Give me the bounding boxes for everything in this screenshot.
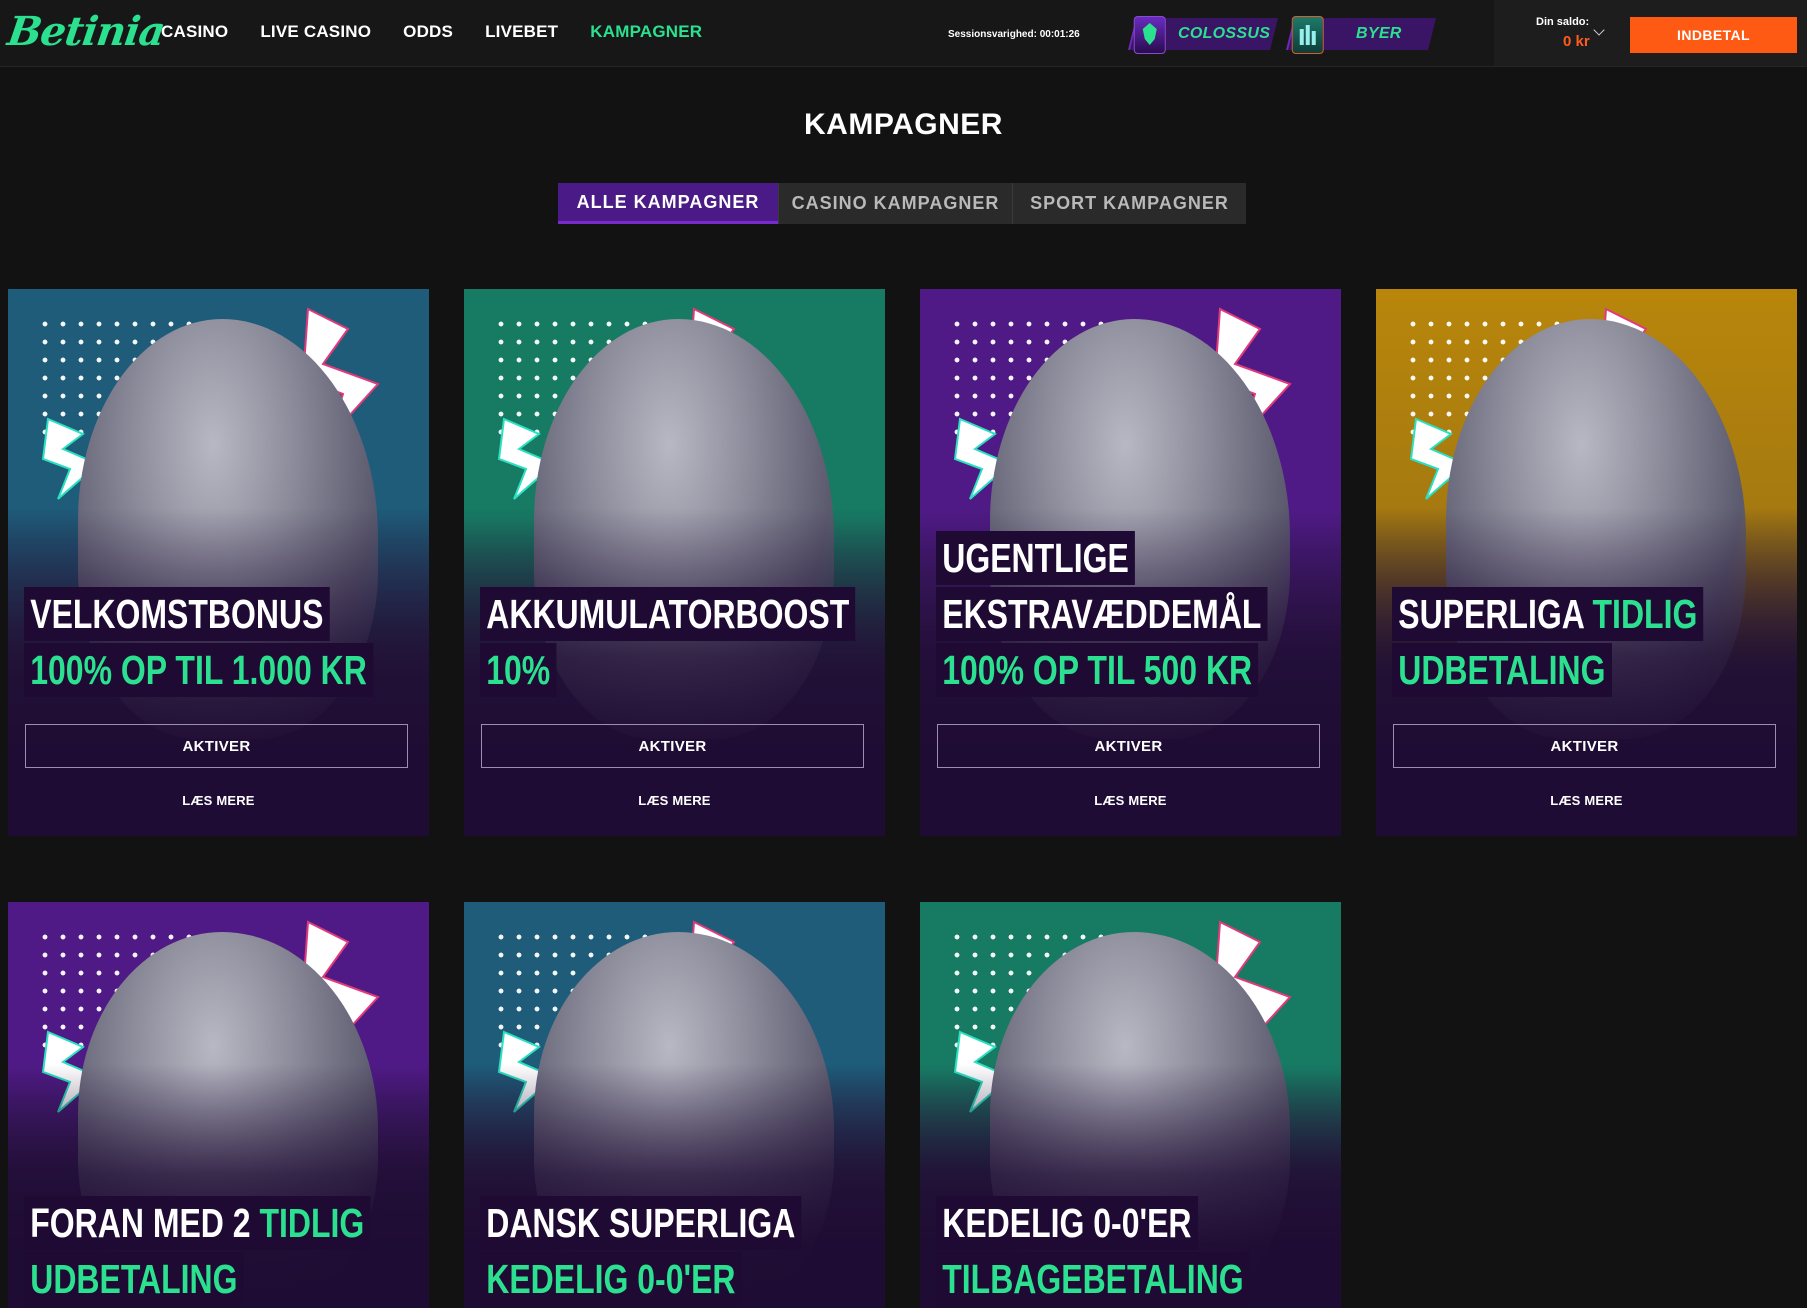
campaign-headline: KEDELIG 0-0'ER TILBAGEBETALING [936,1196,1338,1308]
campaign-headline: FORAN MED 2 TIDLIG UDBETALING [24,1196,429,1308]
campaign-filter-tabs: ALLE KAMPAGNER CASINO KAMPAGNER SPORT KA… [558,183,1246,224]
headline-segment: TILBAGEBETALING [942,1256,1244,1302]
headline-line: KEDELIG 0-0'ER [936,1196,1198,1250]
session-duration: Sessionsvarighed: 00:01:26 [948,29,1080,40]
activate-button[interactable]: AKTIVER [1393,724,1776,768]
city-badge-icon [1291,16,1324,54]
headline-line: UGENTLIGE [936,531,1136,585]
headline-segment: UGENTLIGE [942,535,1129,581]
balance-label: Din saldo: [1536,16,1590,28]
tab-sport-campaigns[interactable]: SPORT KAMPAGNER [1012,183,1246,224]
campaign-headline: AKKUMULATORBOOST 10% [480,587,885,699]
campaign-headline: SUPERLIGA TIDLIG UDBETALING [1392,587,1791,699]
headline-segment: UDBETALING [30,1256,238,1302]
headline-line: TILBAGEBETALING [936,1252,1250,1306]
nav-casino[interactable]: CASINO [161,22,228,42]
headline-segment: 100% OP TIL [942,647,1144,693]
shield-badge-icon [1133,16,1166,54]
headline-segment: 10% [486,647,551,693]
campaign-card[interactable]: KEDELIG 0-0'ER TILBAGEBETALING [920,902,1341,1308]
campaign-card[interactable]: DANSK SUPERLIGA KEDELIG 0-0'ER [464,902,885,1308]
headline-line: EKSTRAVÆDDEMÅL [936,587,1268,641]
betinia-logo[interactable]: Betinia [5,8,168,55]
top-navigation-bar: Betinia CASINO LIVE CASINO ODDS LIVEBET … [0,0,1807,67]
campaign-card[interactable]: AKKUMULATORBOOST 10% AKTIVER LÆS MERE [464,289,885,836]
headline-segment: AKKUMULATORBOOST [486,591,850,637]
campaign-headline: VELKOMSTBONUS 100% OP TIL 1.000 KR [24,587,429,699]
tab-casino-campaigns[interactable]: CASINO KAMPAGNER [778,183,1012,224]
nav-odds[interactable]: ODDS [403,22,453,42]
campaign-card[interactable]: UGENTLIGE EKSTRAVÆDDEMÅL 100% OP TIL 500 K… [920,289,1341,836]
campaign-card[interactable]: VELKOMSTBONUS 100% OP TIL 1.000 KR AKTIVER… [8,289,429,836]
headline-line: AKKUMULATORBOOST [480,587,856,641]
headline-segment: UDBETALING [1398,647,1606,693]
read-more-link[interactable]: LÆS MERE [1376,793,1797,808]
activate-button[interactable]: AKTIVER [481,724,864,768]
headline-segment: TIDLIG [1592,591,1698,637]
headline-line: 100% OP TIL 500 KR [936,643,1259,697]
headline-segment: 100% OP TIL [30,647,232,693]
headline-segment: 500 KR [1143,647,1253,693]
promo-tab-byer-label: BYER [1356,25,1402,42]
headline-line: 10% [480,643,557,697]
activate-button[interactable]: AKTIVER [25,724,408,768]
main-nav: CASINO LIVE CASINO ODDS LIVEBET KAMPAGNE… [161,22,702,42]
nav-livebet[interactable]: LIVEBET [485,22,558,42]
headline-segment: FORAN MED 2 [30,1200,260,1246]
balance-value: 0 kr [1563,33,1590,50]
headline-line: FORAN MED 2 TIDLIG [24,1196,371,1250]
promo-tab-colossus-label: COLOSSUS [1178,25,1271,42]
headline-segment: VELKOMSTBONUS [30,591,324,637]
headline-line: UDBETALING [24,1252,244,1306]
campaign-card[interactable]: SUPERLIGA TIDLIG UDBETALING AKTIVER LÆS MER… [1376,289,1797,836]
campaign-headline: DANSK SUPERLIGA KEDELIG 0-0'ER [480,1196,885,1308]
headline-line: UDBETALING [1392,643,1612,697]
headline-segment: KEDELIG 0-0'ER [942,1200,1192,1246]
headline-segment: TIDLIG [259,1200,365,1246]
read-more-link[interactable]: LÆS MERE [920,793,1341,808]
read-more-link[interactable]: LÆS MERE [8,793,429,808]
deposit-button[interactable]: INDBETAL [1630,17,1797,53]
headline-segment: EKSTRAVÆDDEMÅL [942,591,1262,637]
headline-segment: SUPERLIGA [1398,591,1593,637]
page-title: KAMPAGNER [804,108,1003,141]
headline-line: DANSK SUPERLIGA [480,1196,802,1250]
activate-button[interactable]: AKTIVER [937,724,1320,768]
headline-line: SUPERLIGA TIDLIG [1392,587,1704,641]
nav-live-casino[interactable]: LIVE CASINO [260,22,371,42]
read-more-link[interactable]: LÆS MERE [464,793,885,808]
nav-kampagner[interactable]: KAMPAGNER [590,22,702,42]
headline-line: KEDELIG 0-0'ER [480,1252,742,1306]
campaign-headline: UGENTLIGE EKSTRAVÆDDEMÅL 100% OP TIL 500 K… [936,531,1341,699]
promo-tab-colossus[interactable]: COLOSSUS [1128,16,1278,54]
headline-segment: KEDELIG 0-0'ER [486,1256,736,1302]
promo-tab-byer[interactable]: BYER [1286,16,1436,54]
tab-all-campaigns[interactable]: ALLE KAMPAGNER [558,183,778,224]
headline-segment: DANSK SUPERLIGA [486,1200,796,1246]
headline-line: VELKOMSTBONUS [24,587,330,641]
campaign-card[interactable]: FORAN MED 2 TIDLIG UDBETALING [8,902,429,1308]
headline-line: 100% OP TIL 1.000 KR [24,643,374,697]
headline-segment: 1.000 KR [231,647,367,693]
